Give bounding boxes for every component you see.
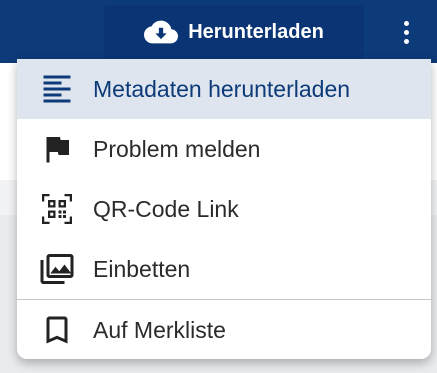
menu-item-label: Problem melden bbox=[93, 135, 261, 162]
download-label: Herunterladen bbox=[188, 20, 324, 43]
menu-item-bookmark[interactable]: Auf Merkliste bbox=[17, 300, 431, 359]
download-button[interactable]: Herunterladen bbox=[104, 5, 364, 59]
menu-item-label: Einbetten bbox=[93, 255, 191, 282]
menu-item-report-problem[interactable]: Problem melden bbox=[17, 119, 431, 179]
menu-item-label: Auf Merkliste bbox=[93, 316, 226, 343]
dropdown-menu: Metadaten herunterladen Problem melden Q… bbox=[17, 59, 431, 359]
menu-item-qr-code[interactable]: QR-Code Link bbox=[17, 179, 431, 239]
flag-icon bbox=[37, 129, 77, 169]
more-options-button[interactable] bbox=[392, 14, 420, 50]
bookmark-icon bbox=[37, 310, 77, 350]
menu-item-embed[interactable]: Einbetten bbox=[17, 239, 431, 299]
menu-item-label: QR-Code Link bbox=[93, 195, 239, 222]
metadata-lines-icon bbox=[37, 69, 77, 109]
menu-item-label: Metadaten herunterladen bbox=[93, 75, 351, 102]
embed-images-icon bbox=[37, 249, 77, 289]
menu-item-metadata-download[interactable]: Metadaten herunterladen bbox=[17, 59, 431, 119]
qr-code-icon bbox=[37, 189, 77, 229]
kebab-menu-icon bbox=[403, 20, 409, 26]
cloud-download-icon bbox=[144, 15, 179, 49]
